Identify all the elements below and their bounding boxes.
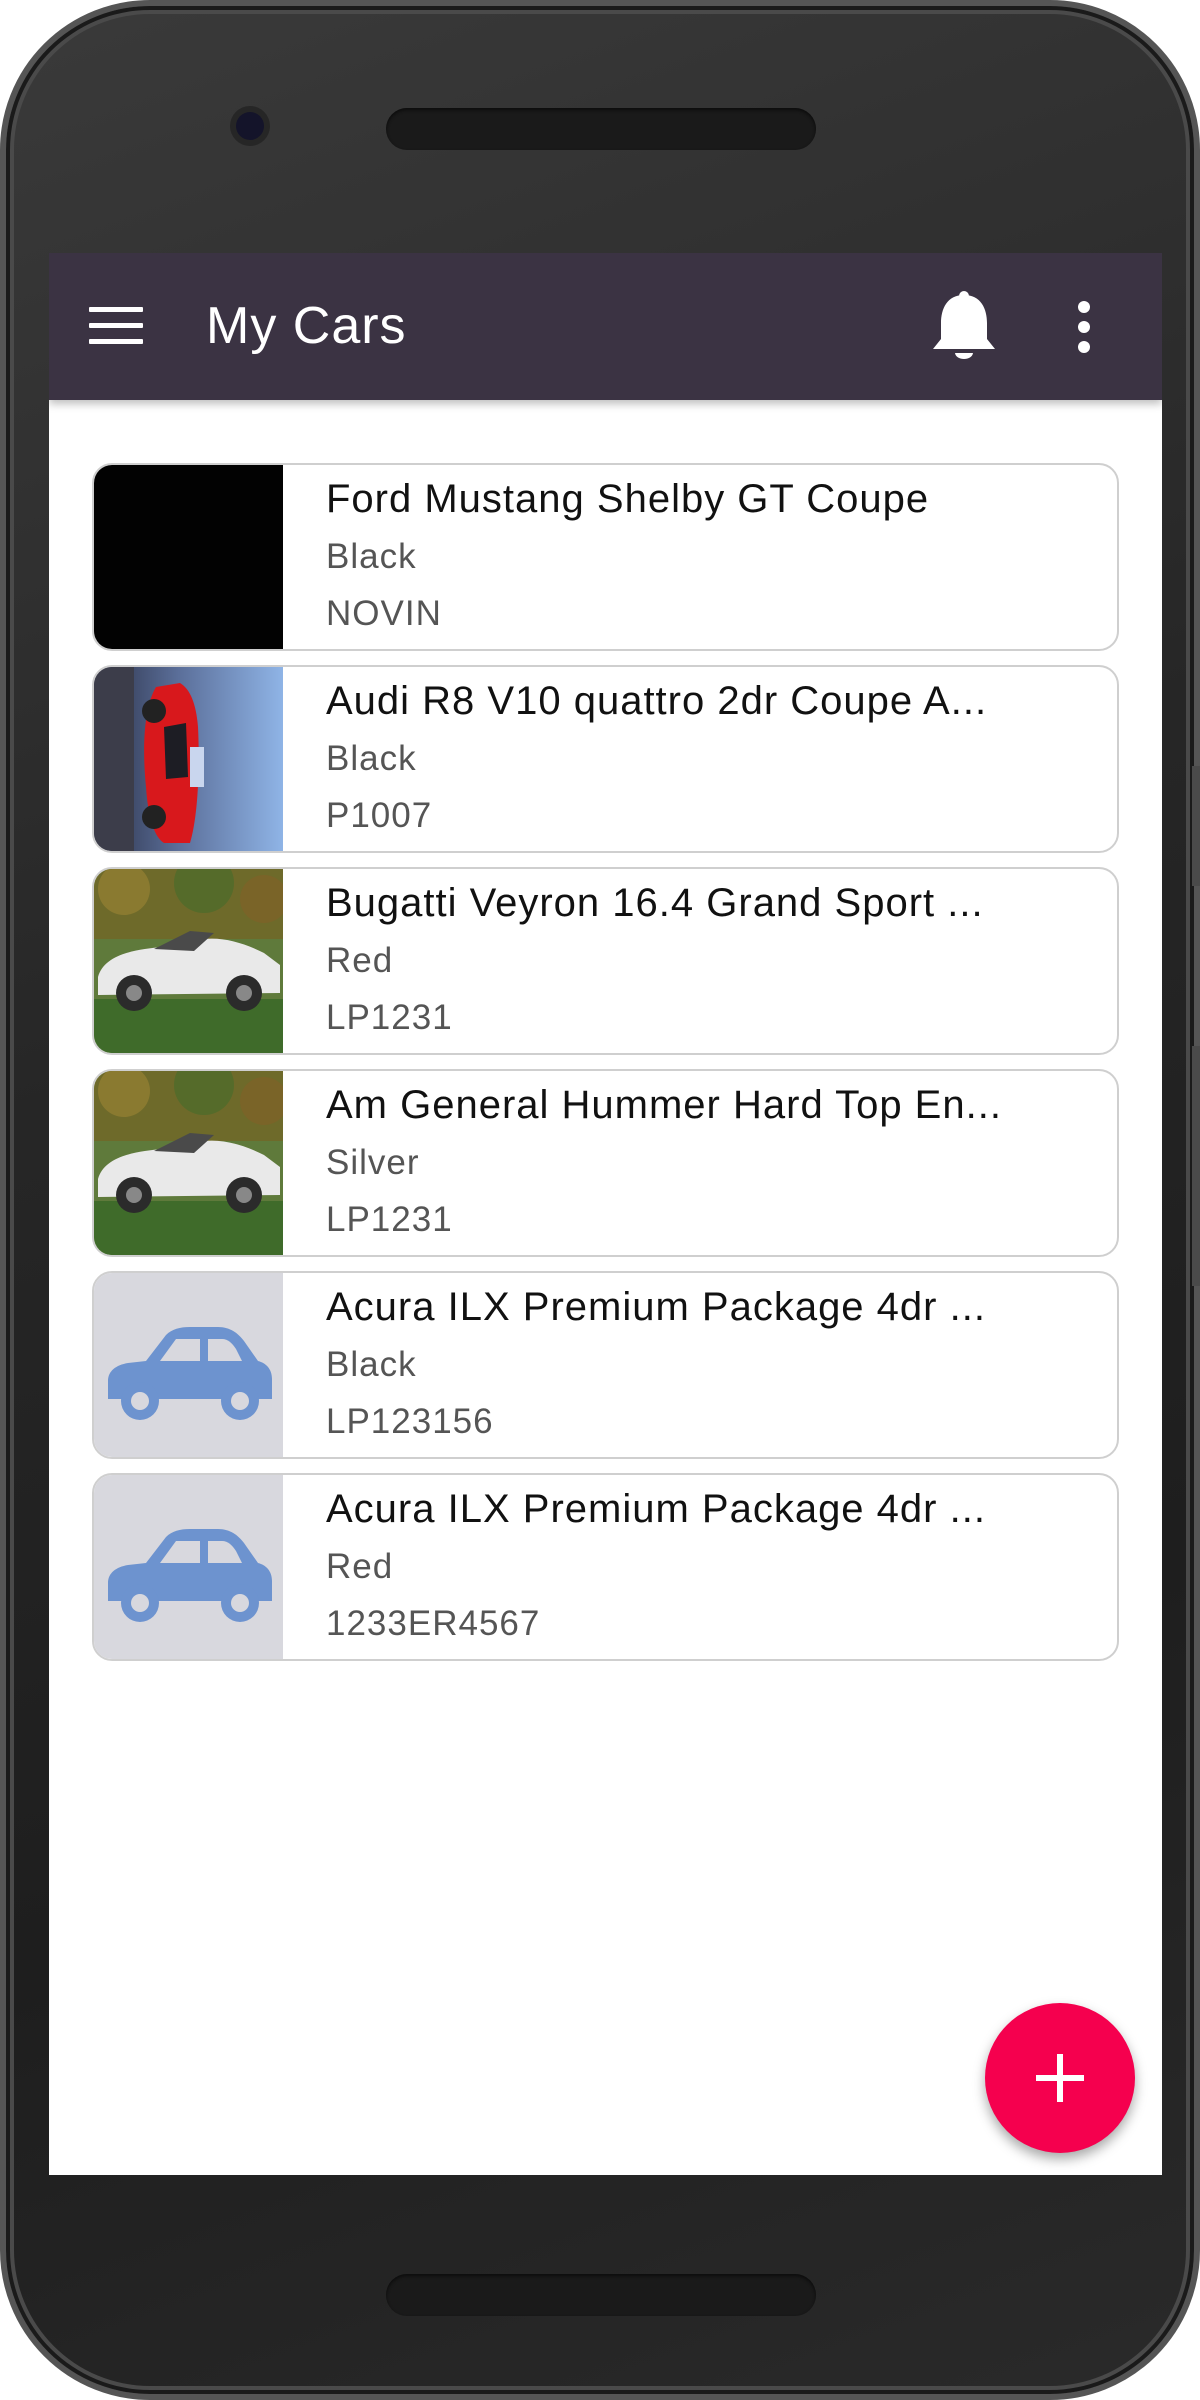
car-list-item[interactable]: Acura ILX Premium Package 4dr ... Red 12… [92, 1473, 1119, 1661]
car-name: Acura ILX Premium Package 4dr ... [326, 1487, 986, 1531]
car-list-item[interactable]: Acura ILX Premium Package 4dr ... Black … [92, 1271, 1119, 1459]
car-color: Silver [326, 1143, 420, 1182]
car-thumbnail-placeholder [94, 1475, 283, 1659]
car-thumbnail [94, 869, 283, 1053]
car-thumbnail-placeholder [94, 1273, 283, 1457]
car-color: Black [326, 1345, 417, 1384]
car-list-item[interactable]: Bugatti Veyron 16.4 Grand Sport ... Red … [92, 867, 1119, 1055]
bottom-speaker [386, 2274, 816, 2316]
car-name: Am General Hummer Hard Top En... [326, 1083, 1002, 1127]
plus-icon [1036, 2054, 1084, 2102]
car-plate: 1233ER4567 [326, 1604, 541, 1643]
car-color: Black [326, 537, 417, 576]
car-icon [108, 1327, 272, 1420]
car-color: Red [326, 941, 394, 980]
car-thumbnail [94, 667, 283, 851]
car-name: Acura ILX Premium Package 4dr ... [326, 1285, 986, 1329]
app-bar: My Cars [49, 253, 1162, 400]
notifications-button[interactable] [929, 289, 999, 365]
car-plate: P1007 [326, 796, 433, 835]
earpiece-speaker [386, 108, 816, 150]
power-button [1192, 1046, 1200, 1286]
add-car-button[interactable] [985, 2003, 1135, 2153]
volume-button [1192, 766, 1200, 886]
car-list-item[interactable]: Ford Mustang Shelby GT Coupe Black NOVIN [92, 463, 1119, 651]
car-list-item[interactable]: Audi R8 V10 quattro 2dr Coupe A... Black… [92, 665, 1119, 853]
car-name: Ford Mustang Shelby GT Coupe [326, 477, 930, 521]
phone-frame: My Cars Ford Mustang Shelby GT Coupe Bla… [0, 0, 1200, 2400]
menu-button[interactable] [89, 305, 143, 347]
car-icon [108, 1529, 272, 1622]
front-camera [236, 112, 264, 140]
car-name: Audi R8 V10 quattro 2dr Coupe A... [326, 679, 988, 723]
car-thumbnail [94, 465, 283, 649]
page-title: My Cars [206, 297, 407, 355]
car-list: Ford Mustang Shelby GT Coupe Black NOVIN [92, 463, 1119, 1675]
more-options-button[interactable] [1069, 299, 1099, 355]
car-thumbnail [94, 1071, 283, 1255]
car-list-item[interactable]: Am General Hummer Hard Top En... Silver … [92, 1069, 1119, 1257]
car-plate: LP1231 [326, 998, 453, 1037]
car-color: Red [326, 1547, 394, 1586]
car-name: Bugatti Veyron 16.4 Grand Sport ... [326, 881, 984, 925]
car-plate: LP1231 [326, 1200, 453, 1239]
car-color: Black [326, 739, 417, 778]
app-screen: My Cars Ford Mustang Shelby GT Coupe Bla… [49, 253, 1162, 2175]
car-plate: LP123156 [326, 1402, 494, 1441]
car-plate: NOVIN [326, 594, 442, 633]
bell-icon [933, 291, 995, 359]
